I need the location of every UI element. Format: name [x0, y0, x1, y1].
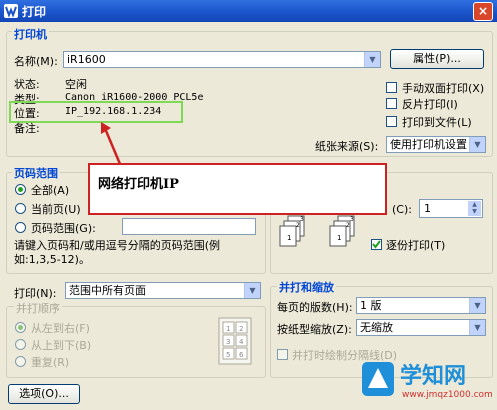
paper-source-value: 使用打印机设置 [390, 138, 467, 151]
print-what-label: 打印(N): [14, 287, 57, 300]
manual-duplex-checkbox[interactable] [386, 82, 397, 93]
watermark-icon [362, 362, 394, 396]
callout-text: 网络打印机IP [98, 177, 179, 192]
scale-label: 按纸型缩放(Z): [277, 323, 352, 336]
svg-text:6: 6 [239, 351, 244, 359]
svg-text:4: 4 [239, 338, 244, 346]
order-preview-diagram: 1 2 3 4 5 6 [205, 316, 257, 368]
per-sheet-select[interactable]: 1 版 ▼ [356, 297, 486, 314]
current-page-radio[interactable] [15, 203, 26, 214]
all-pages-label: 全部(A) [31, 184, 70, 197]
repeat-label: 重复(R) [31, 356, 70, 369]
scale-select[interactable]: 无缩放 ▼ [356, 319, 486, 336]
collate-label: 逐份打印(T) [386, 239, 446, 252]
printer-name-label: 名称(M): [14, 55, 58, 68]
svg-text:3: 3 [226, 338, 230, 346]
printer-name-select[interactable]: iR1600 ▼ [63, 51, 381, 68]
svg-text:2: 2 [346, 222, 350, 229]
draw-border-checkbox[interactable] [277, 349, 288, 360]
copies-value: 1 [424, 202, 431, 215]
svg-text:3: 3 [300, 216, 304, 223]
page-range-label: 页码范围(G): [31, 222, 96, 235]
collate-diagram: 3 2 1 3 2 1 [278, 210, 358, 250]
reverse-print-label: 反片打印(I) [402, 98, 458, 111]
location-label: 位置: [14, 107, 40, 120]
location-value: IP_192.168.1.234 [65, 106, 162, 117]
copies-label: (C): [392, 203, 412, 216]
comment-label: 备注: [14, 122, 40, 135]
status-label: 状态: [14, 78, 40, 91]
svg-text:3: 3 [350, 216, 354, 223]
order-group-title: 并打顺序 [14, 300, 62, 316]
svg-text:2: 2 [296, 222, 300, 229]
chevron-down-icon: ▼ [244, 283, 260, 298]
close-button[interactable]: × [473, 2, 493, 21]
chevron-down-icon: ▼ [469, 137, 485, 152]
window-title: 打印 [22, 5, 47, 19]
per-sheet-label: 每页的版数(H): [277, 301, 353, 314]
watermark-url: www.jmqz1000.com [402, 390, 493, 400]
svg-text:1: 1 [287, 234, 291, 242]
properties-button[interactable]: 属性(P)... [390, 49, 484, 69]
options-button[interactable]: 选项(O)... [8, 384, 80, 404]
watermark-text: 学知网 [400, 364, 467, 389]
page-range-group-title: 页码范围 [12, 165, 60, 181]
chevron-down-icon: ▼ [469, 298, 485, 313]
current-page-label: 当前页(U) [31, 203, 81, 216]
paper-source-select[interactable]: 使用打印机设置 ▼ [386, 136, 486, 153]
print-what-select[interactable]: 范围中所有页面 ▼ [65, 282, 261, 299]
ttb-label: 从上到下(B) [31, 339, 92, 352]
printer-group-title: 打印机 [12, 26, 49, 42]
spinner-icon[interactable]: ▲ ▼ [468, 201, 481, 216]
print-to-file-checkbox[interactable] [386, 116, 397, 127]
ltr-radio[interactable] [15, 322, 26, 333]
callout-box: 网络打印机IP [88, 163, 387, 215]
chevron-down-icon: ▼ [364, 52, 380, 67]
print-what-value: 范围中所有页面 [69, 284, 146, 297]
title-bar: 打印 × [0, 0, 497, 22]
svg-text:5: 5 [226, 351, 230, 359]
reverse-print-checkbox[interactable] [386, 98, 397, 109]
wps-app-icon [4, 4, 18, 18]
status-value: 空闲 [65, 78, 87, 91]
page-range-radio[interactable] [15, 222, 26, 233]
page-range-hint: 请键入页码和/或用逗号分隔的页码范围(例如:1,3,5-12)。 [14, 239, 220, 266]
paper-source-label: 纸张来源(S): [315, 140, 379, 153]
svg-text:1: 1 [337, 234, 341, 242]
watermark-logo: 学知网 www.jmqz1000.com [360, 356, 494, 408]
zoom-group-title: 并打和缩放 [277, 279, 336, 295]
manual-duplex-label: 手动双面打印(X) [402, 82, 485, 95]
all-pages-radio[interactable] [15, 184, 26, 195]
collate-checkbox[interactable] [371, 239, 382, 250]
printer-name-value: iR1600 [67, 53, 106, 66]
scale-value: 无缩放 [360, 321, 393, 334]
ttb-radio[interactable] [15, 339, 26, 350]
chevron-down-icon: ▼ [469, 320, 485, 335]
svg-text:1: 1 [226, 325, 230, 333]
per-sheet-value: 1 版 [360, 299, 382, 312]
print-to-file-label: 打印到文件(L) [402, 116, 472, 129]
copies-input[interactable]: 1 ▲ ▼ [419, 199, 483, 218]
repeat-radio[interactable] [15, 356, 26, 367]
svg-text:2: 2 [239, 325, 243, 333]
callout-arrow [101, 122, 122, 165]
page-range-input[interactable] [122, 218, 256, 235]
ltr-label: 从左到右(F) [31, 322, 90, 335]
